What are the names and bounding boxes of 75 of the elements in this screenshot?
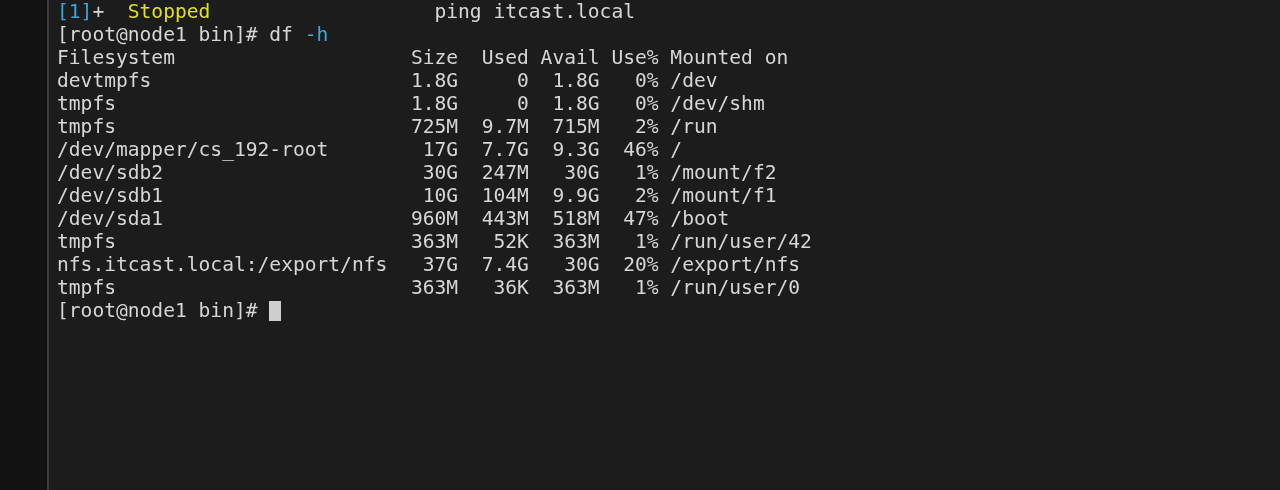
table-cell-text: 363M [551, 276, 600, 299]
shell-prompt: [root@node1 bin]# [57, 23, 258, 46]
command-text: df [269, 23, 293, 46]
table-cell-text: 1.8G [551, 92, 600, 115]
table-cell-text: 7.4G [480, 253, 529, 276]
table-cell: /boot [670, 207, 730, 230]
table-cell-text: 1.8G [409, 92, 459, 115]
table-cell-text: 715M [551, 115, 600, 138]
table-cell: /dev/shm [670, 92, 765, 115]
table-cell-text: 52K [492, 230, 529, 253]
table-cell-text: 2% [633, 115, 659, 138]
table-cell-text: devtmpfs [57, 69, 153, 92]
table-cell-text: /dev/mapper/cs_192-root [57, 138, 330, 161]
table-cell-text: 30G [421, 161, 459, 184]
table-cell-text: 9.3G [551, 138, 600, 161]
column-header: Filesystem [57, 46, 176, 69]
table-cell: / [670, 138, 683, 161]
table-cell-text: 363M [409, 276, 459, 299]
column-header: Mounted on [670, 46, 789, 69]
table-cell-text: 443M [480, 207, 529, 230]
table-cell-text: 46% [622, 138, 659, 161]
table-cell-text: 20% [622, 253, 659, 276]
table-cell-text: 2% [633, 184, 659, 207]
table-cell-text: /dev/sdb2 [57, 161, 165, 184]
text-cursor [269, 301, 282, 321]
table-cell-text: 30G [563, 161, 600, 184]
table-cell-text: 9.7M [480, 115, 529, 138]
table-cell: /export/nfs [670, 253, 801, 276]
table-cell-text: 518M [551, 207, 600, 230]
table-cell-text: 0% [633, 69, 659, 92]
table-cell-text: 36K [492, 276, 529, 299]
table-cell-text: 247M [480, 161, 529, 184]
table-cell: /mount/f2 [670, 161, 777, 184]
table-cell-text: tmpfs [57, 230, 117, 253]
job-id: [1] [57, 0, 93, 23]
table-cell-text: 0 [516, 92, 529, 115]
table-cell-text: 725M [409, 115, 459, 138]
table-cell-text: 1% [633, 276, 659, 299]
column-header: Avail [539, 46, 600, 69]
table-cell-text: /dev/sdb1 [57, 184, 165, 207]
table-cell-text: 37G [421, 253, 459, 276]
table-cell-text: 104M [480, 184, 529, 207]
job-status: Stopped [127, 0, 212, 23]
table-cell-text: 7.7G [480, 138, 529, 161]
table-cell-text: 363M [551, 230, 600, 253]
table-cell: /run [670, 115, 718, 138]
table-cell-text: tmpfs [57, 276, 117, 299]
job-current-label: + [92, 0, 105, 23]
table-cell-text: nfs.itcast.local:/export/nfs [57, 253, 389, 276]
shell-prompt: [root@node1 bin]# [57, 299, 258, 322]
table-cell-text: 960M [409, 207, 459, 230]
table-cell-text: 1.8G [551, 69, 600, 92]
table-cell-text: 0% [633, 92, 659, 115]
table-cell: /mount/f1 [670, 184, 777, 207]
table-cell-text: tmpfs [57, 115, 117, 138]
table-cell-text: 1% [633, 161, 659, 184]
table-cell: /dev [670, 69, 718, 92]
table-cell-text: tmpfs [57, 92, 117, 115]
table-cell-text: 30G [563, 253, 600, 276]
table-cell-text: 9.9G [551, 184, 600, 207]
table-cell-text: 1.8G [409, 69, 459, 92]
column-header: Size [409, 46, 459, 69]
table-cell-text: 1% [633, 230, 659, 253]
table-cell-text: /dev/sda1 [57, 207, 165, 230]
column-header: Used [480, 46, 529, 69]
table-cell-text: 47% [622, 207, 659, 230]
table-cell-text: 10G [421, 184, 459, 207]
command-option: -h [304, 23, 329, 46]
job-command: ping itcast.local [434, 0, 635, 23]
table-cell: /run/user/0 [670, 276, 801, 299]
table-cell-text: 0 [516, 69, 529, 92]
table-cell-text: 363M [409, 230, 459, 253]
table-cell: /run/user/42 [670, 230, 812, 253]
table-cell-text: 17G [421, 138, 459, 161]
column-header: Use% [610, 46, 659, 69]
